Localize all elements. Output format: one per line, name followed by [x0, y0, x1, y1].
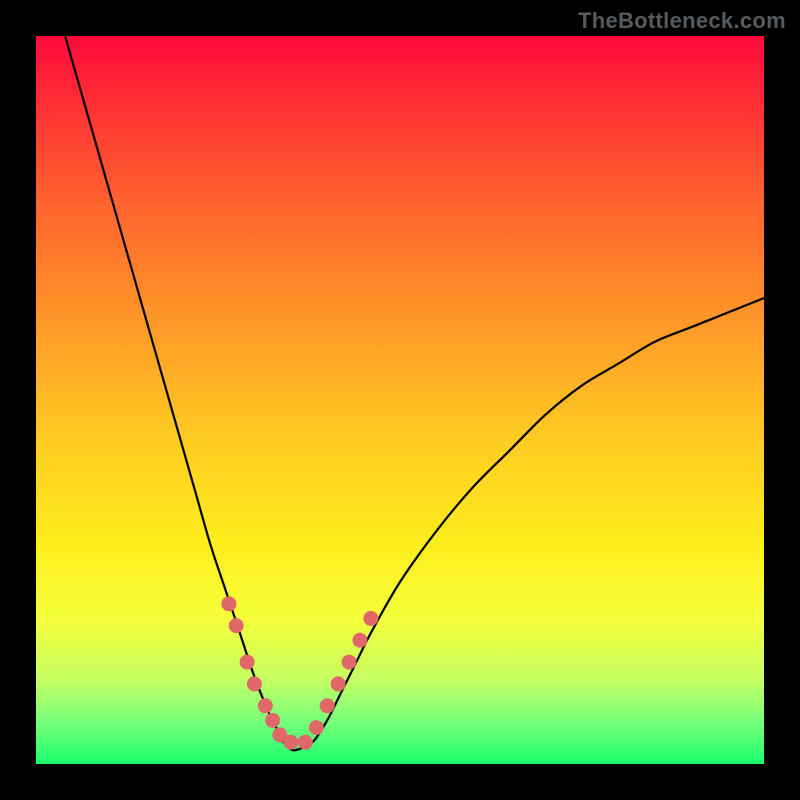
watermark-text: TheBottleneck.com: [578, 8, 786, 34]
chart-frame: TheBottleneck.com: [0, 0, 800, 800]
plot-area: [36, 36, 764, 764]
